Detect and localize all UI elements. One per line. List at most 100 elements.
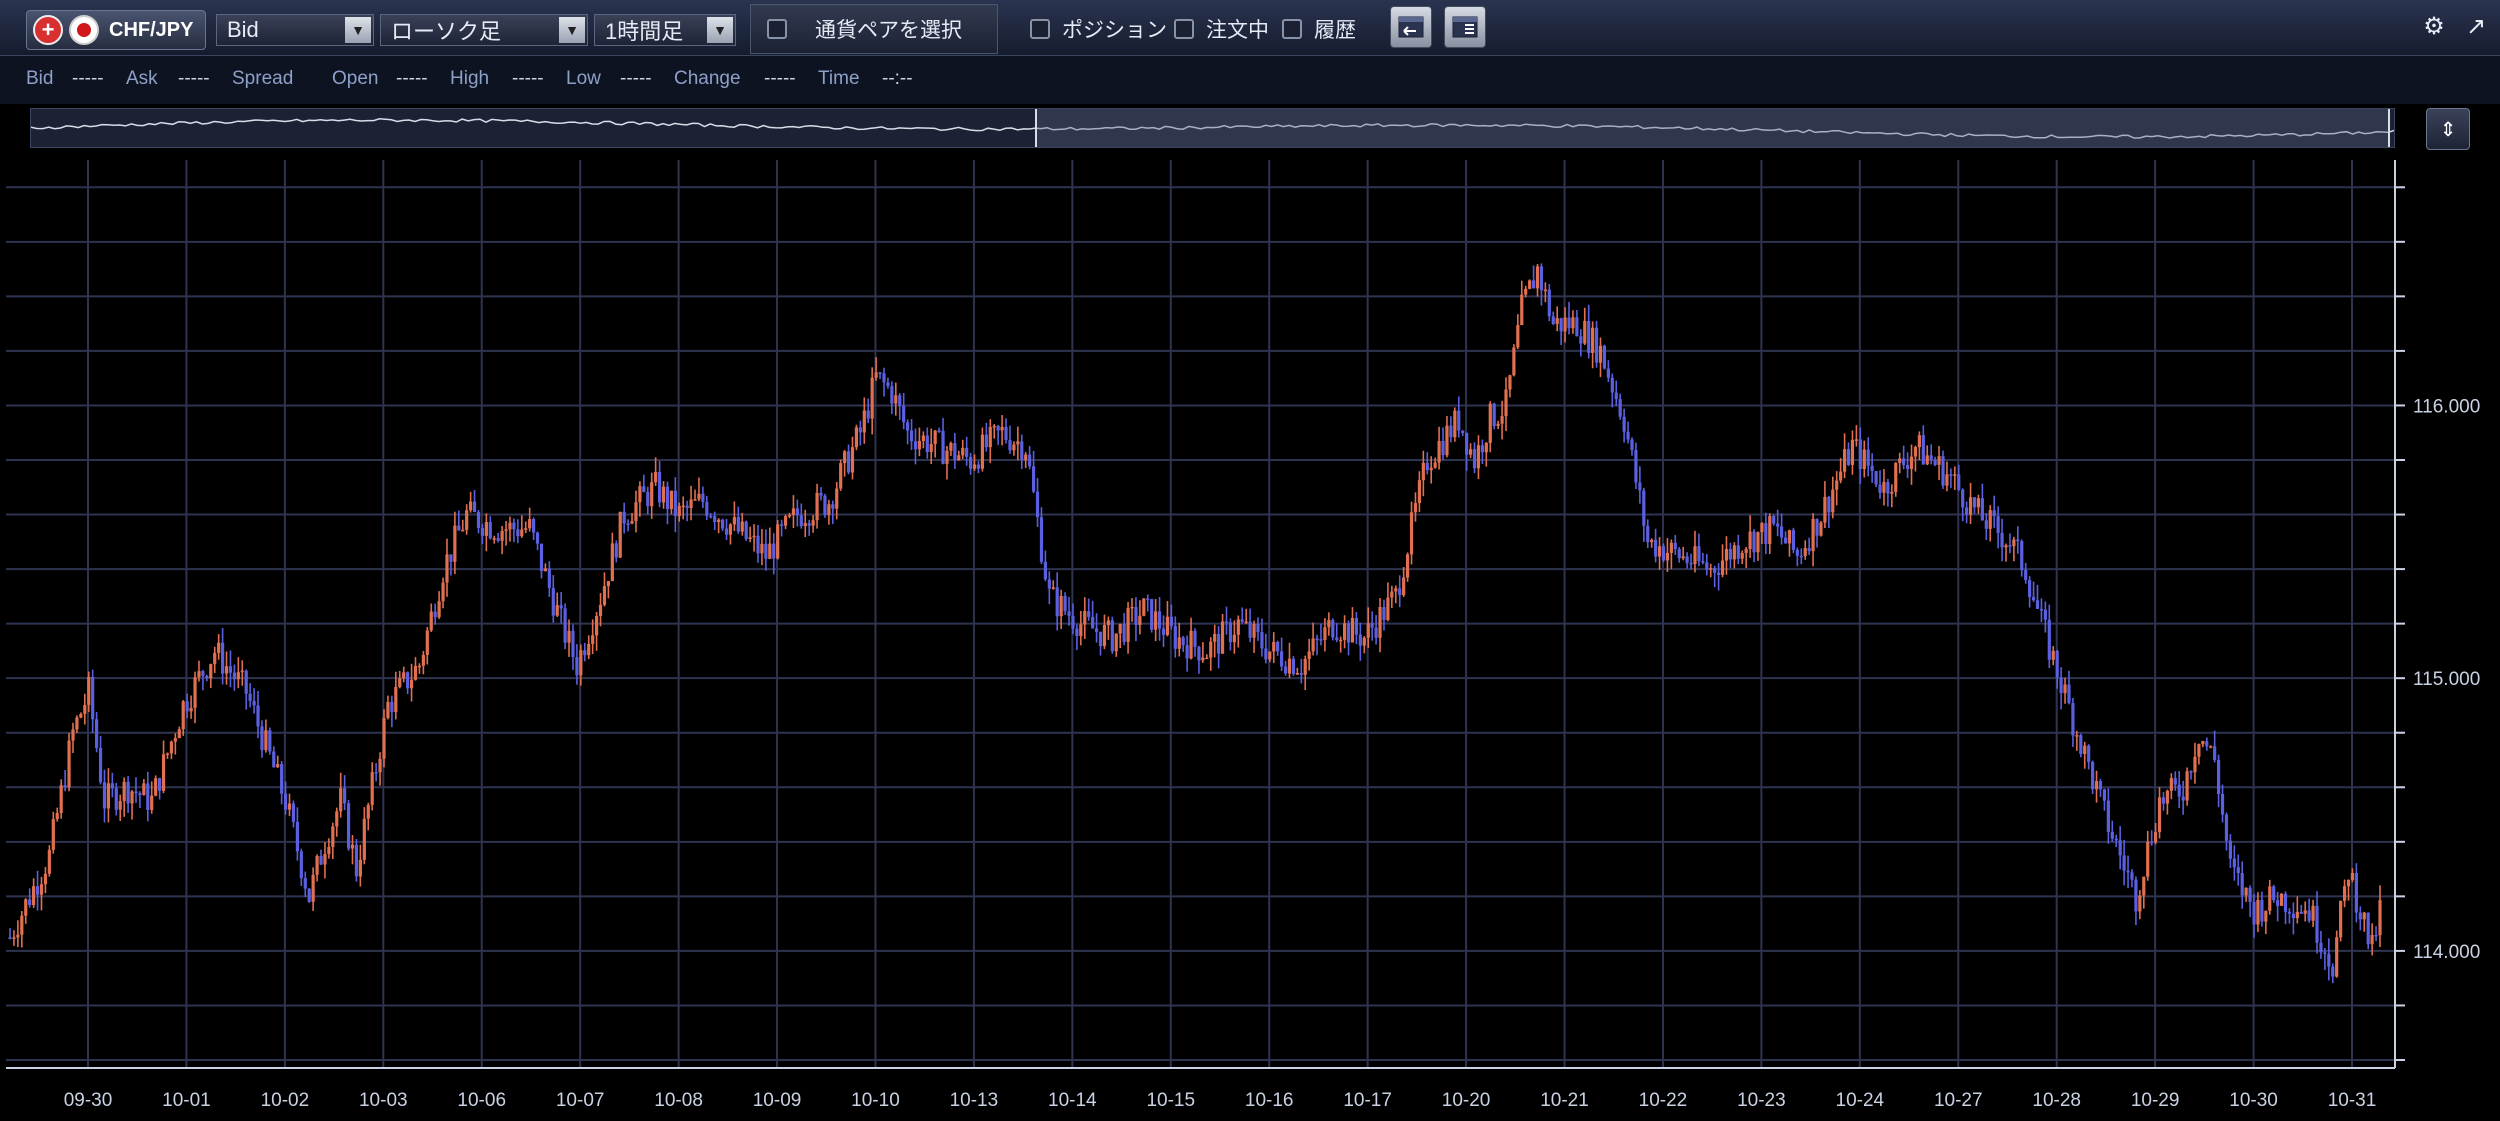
navigator-range-handle[interactable] bbox=[1035, 109, 2390, 147]
candle-body bbox=[1528, 280, 1532, 289]
candle-body bbox=[909, 430, 914, 442]
candle-body bbox=[295, 821, 299, 852]
candle-body bbox=[327, 847, 331, 855]
candle-body bbox=[299, 851, 303, 879]
x-tick-label: 10-07 bbox=[556, 1090, 605, 1111]
candle-body bbox=[1772, 516, 1776, 524]
candle-body bbox=[1083, 611, 1087, 625]
candle-body bbox=[2102, 789, 2107, 801]
candle-body bbox=[268, 730, 272, 752]
candle-body bbox=[831, 504, 835, 509]
candle-body bbox=[1252, 623, 1256, 638]
x-tick-label: 10-20 bbox=[1442, 1090, 1491, 1111]
candle-body bbox=[2039, 608, 2044, 611]
candle-body bbox=[1965, 507, 1969, 515]
candle-body bbox=[2083, 745, 2087, 754]
candle-body bbox=[228, 666, 233, 673]
candle-body bbox=[858, 427, 862, 433]
candle-body bbox=[524, 528, 528, 530]
candle-body bbox=[2000, 533, 2004, 548]
candle-body bbox=[744, 521, 748, 539]
candle-body bbox=[1272, 641, 1276, 652]
candle-body bbox=[2059, 677, 2063, 694]
candle-body bbox=[1130, 606, 1134, 609]
candle-body bbox=[941, 430, 945, 464]
candle-body bbox=[906, 422, 910, 431]
timeframe-select[interactable]: 1時間足 ▼ bbox=[594, 14, 736, 46]
price-chart[interactable]: 09-30 10-01 10-02 10-03 10-06 10-07 10-08 10-09… bbox=[0, 160, 2500, 1121]
japan-flag-icon bbox=[69, 15, 99, 45]
candle-body bbox=[602, 586, 607, 605]
gear-icon[interactable]: ⚙ bbox=[2420, 12, 2448, 40]
position-toggle[interactable]: ポジション bbox=[1030, 14, 1167, 44]
candle-body bbox=[1378, 607, 1382, 638]
candle-body bbox=[1976, 498, 1981, 508]
chevron-down-icon[interactable]: ▼ bbox=[707, 17, 733, 43]
position-checkbox[interactable] bbox=[1030, 19, 1050, 39]
candle-body bbox=[1138, 615, 1142, 625]
candle-body bbox=[571, 630, 575, 658]
chevron-down-icon[interactable]: ▼ bbox=[345, 17, 371, 43]
candle-body bbox=[1764, 523, 1768, 545]
candle-body bbox=[1579, 336, 1583, 344]
chart-type-select[interactable]: ローソク足 ▼ bbox=[380, 14, 588, 46]
candle-body bbox=[2189, 771, 2193, 773]
candle-body bbox=[752, 535, 756, 538]
history-checkbox[interactable] bbox=[1282, 19, 1302, 39]
candle-body bbox=[2012, 539, 2016, 547]
candle-body bbox=[16, 934, 20, 938]
currency-pair-button[interactable]: + CHF/JPY bbox=[26, 10, 206, 50]
candle-body bbox=[1583, 320, 1587, 344]
candle-body bbox=[169, 741, 174, 754]
candle-body bbox=[1240, 619, 1244, 622]
candle-body bbox=[2087, 745, 2091, 762]
popout-icon[interactable]: ↗ bbox=[2462, 12, 2490, 40]
candle-body bbox=[1287, 658, 1292, 674]
candle-body bbox=[2008, 545, 2012, 547]
candle-body bbox=[2311, 905, 2315, 921]
candlestick-chart[interactable]: 09-30 10-01 10-02 10-03 10-06 10-07 10-08 10-09… bbox=[0, 160, 2500, 1121]
candle-body bbox=[882, 373, 886, 383]
order-toggle[interactable]: 注文中 bbox=[1174, 14, 1269, 44]
history-toggle[interactable]: 履歴 bbox=[1282, 14, 1356, 44]
candle-body bbox=[1575, 317, 1579, 337]
candle-body bbox=[1949, 474, 1953, 476]
candle-body bbox=[1220, 621, 1225, 654]
chevron-down-icon[interactable]: ▼ bbox=[559, 17, 585, 43]
candle-body bbox=[1327, 620, 1331, 628]
candle-body bbox=[1685, 556, 1689, 563]
candle-body bbox=[1886, 481, 1890, 494]
candle-body bbox=[1354, 618, 1359, 635]
candle-body bbox=[1839, 471, 1843, 481]
candle-body bbox=[1740, 552, 1744, 559]
chart-import-icon[interactable] bbox=[1390, 6, 1432, 48]
candle-body bbox=[185, 701, 189, 712]
price-type-select[interactable]: Bid ▼ bbox=[216, 14, 374, 46]
chart-list-icon[interactable] bbox=[1444, 6, 1486, 48]
chart-navigator[interactable] bbox=[30, 108, 2395, 148]
pair-select-checkbox[interactable] bbox=[767, 19, 787, 39]
candle-body bbox=[1650, 539, 1654, 543]
candle-body bbox=[1457, 410, 1461, 431]
candle-body bbox=[173, 738, 177, 742]
candle-body bbox=[2130, 872, 2134, 880]
candle-body bbox=[1012, 444, 1016, 451]
candle-body bbox=[1606, 368, 1610, 378]
candle-body bbox=[2327, 954, 2331, 967]
low-label: Low bbox=[566, 68, 601, 89]
candle-body bbox=[2216, 759, 2221, 795]
candle-body bbox=[622, 511, 626, 524]
candle-body bbox=[1815, 518, 1819, 536]
y-tick-label: 116.000 bbox=[2413, 396, 2480, 417]
candle-body bbox=[677, 506, 681, 517]
candle-body bbox=[1390, 591, 1394, 598]
candle-body bbox=[1992, 510, 1996, 517]
candle-body bbox=[1500, 416, 1504, 424]
candle-body bbox=[1555, 318, 1559, 325]
pair-select-button[interactable]: 通貨ペアを選択 bbox=[750, 4, 998, 54]
candle-body bbox=[469, 501, 473, 511]
candle-body bbox=[358, 859, 362, 877]
navigator-scale-icon[interactable]: ⇕ bbox=[2426, 108, 2470, 150]
candle-body bbox=[1102, 625, 1107, 647]
order-checkbox[interactable] bbox=[1174, 19, 1194, 39]
